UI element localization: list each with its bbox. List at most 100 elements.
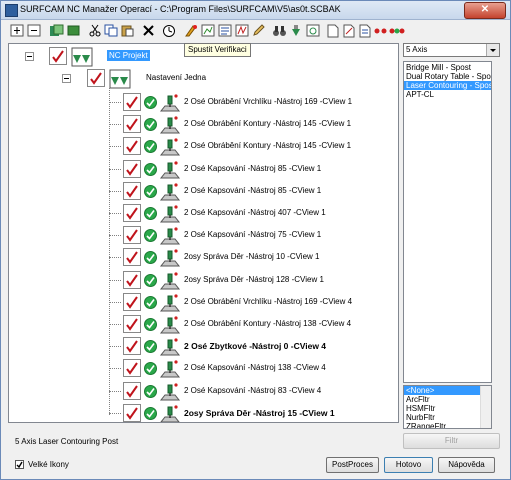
filter-list-item[interactable]: ArcFltr [404, 395, 480, 404]
operation-label[interactable]: 2 Osé Obrábění Kontury -Nástroj 145 -CVi… [184, 119, 351, 129]
filter-list-item[interactable]: <None> [404, 386, 480, 395]
post-list-item[interactable]: Bridge Mill - Spost [404, 63, 491, 72]
delete-icon[interactable] [140, 23, 156, 38]
operation-check[interactable] [123, 271, 141, 289]
filter-list[interactable]: <None> ArcFltr HSMFltr NurbFltr ZRangeFltr [403, 385, 492, 429]
settings-icon[interactable] [341, 23, 357, 38]
toolpath-icon[interactable] [234, 23, 250, 38]
operation-label[interactable]: 2 Osé Obrábění Kontury -Nástroj 145 -CVi… [184, 141, 351, 151]
chevron-down-icon[interactable] [486, 44, 499, 56]
filter-list-item[interactable]: NurbFltr [404, 413, 480, 422]
status-ok-icon [144, 296, 157, 309]
mixed-dots-icon[interactable] [389, 23, 405, 38]
tool-path-icon[interactable] [305, 23, 321, 38]
clock-icon[interactable] [161, 23, 177, 38]
operation-row[interactable]: 2 Osé Kapsování -Nástroj 138 -CView 4 [9, 358, 394, 380]
operation-row[interactable]: 2 Osé Obrábění Kontury -Nástroj 138 -CVi… [9, 314, 394, 336]
operation-check[interactable] [123, 182, 141, 200]
close-button[interactable]: ✕ [464, 2, 506, 19]
tool-view-icon[interactable] [288, 23, 304, 38]
operation-label[interactable]: 2 Osé Kapsování -Nástroj 85 -CView 1 [184, 186, 321, 196]
operation-label[interactable]: 2 Osé Kapsování -Nástroj 407 -CView 1 [184, 208, 326, 218]
operation-label[interactable]: 2osy Správa Děr -Nástroj 10 -CView 1 [184, 252, 319, 262]
setup-icon [109, 69, 131, 89]
operation-label[interactable]: 2 Osé Obrábění Vrchlíku -Nástroj 169 -CV… [184, 97, 352, 107]
copy-icon[interactable] [103, 23, 119, 38]
material-icon[interactable] [65, 23, 81, 38]
document-icon[interactable] [325, 23, 341, 38]
operation-check[interactable] [123, 293, 141, 311]
tree-branch [109, 146, 121, 147]
simulate-icon[interactable] [200, 23, 216, 38]
operation-row[interactable]: 2osy Správa Děr -Nástroj 10 -CView 1 [9, 247, 394, 269]
post-list[interactable]: Bridge Mill - Spost Dual Rotary Table - S… [403, 61, 492, 383]
paste-icon[interactable] [119, 23, 135, 38]
operation-row[interactable]: 2 Osé Kapsování -Nástroj 407 -CView 1 [9, 203, 394, 225]
operation-label[interactable]: 2 Osé Kapsování -Nástroj 75 -CView 1 [184, 230, 321, 240]
cut-icon[interactable] [87, 23, 103, 38]
operation-label[interactable]: 2osy Správa Děr -Nástroj 128 -CView 1 [184, 275, 324, 285]
binoculars-icon[interactable] [271, 23, 287, 38]
operation-label[interactable]: 2 Osé Kapsování -Nástroj 138 -CView 4 [184, 363, 326, 373]
operation-row[interactable]: 2 Osé Obrábění Vrchlíku -Nástroj 169 -CV… [9, 92, 394, 114]
postproces-button[interactable]: PostProces [326, 457, 379, 473]
post-icon[interactable] [217, 23, 233, 38]
setup-label[interactable]: Nastavení Jedna [146, 73, 206, 83]
operation-check[interactable] [123, 93, 141, 111]
operation-label[interactable]: 2osy Správa Děr -Nástroj 15 -CView 1 [184, 408, 335, 418]
remove-icon[interactable] [26, 23, 42, 38]
operation-check[interactable] [123, 315, 141, 333]
operation-row[interactable]: 2 Osé Obrábění Kontury -Nástroj 145 -CVi… [9, 114, 394, 136]
operation-row[interactable]: 2 Osé Zbytkové -Nástroj 0 -CView 4 [9, 336, 394, 358]
operation-check[interactable] [123, 404, 141, 422]
operation-row[interactable]: 2 Osé Kapsování -Nástroj 75 -CView 1 [9, 225, 394, 247]
operation-label[interactable]: 2 Osé Obrábění Vrchlíku -Nástroj 169 -CV… [184, 297, 352, 307]
verify-icon[interactable] [183, 23, 199, 38]
operation-row[interactable]: 2 Osé Obrábění Kontury -Nástroj 145 -CVi… [9, 136, 394, 158]
napoveda-button[interactable]: Nápověda [438, 457, 495, 473]
operation-row[interactable]: 2 Osé Kapsování -Nástroj 83 -CView 4 [9, 381, 394, 403]
operation-row[interactable]: 2 Osé Obrábění Vrchlíku -Nástroj 169 -CV… [9, 292, 394, 314]
post-list-item[interactable]: Laser Contouring - Spost [404, 81, 491, 90]
operation-label[interactable]: 2 Osé Obrábění Kontury -Nástroj 138 -CVi… [184, 319, 351, 329]
hotovo-button[interactable]: Hotovo [384, 457, 433, 473]
operation-label[interactable]: 2 Osé Kapsování -Nástroj 85 -CView 1 [184, 164, 321, 174]
report-icon[interactable] [357, 23, 373, 38]
operation-check[interactable] [123, 204, 141, 222]
operation-row[interactable]: 2osy Správa Děr -Nástroj 15 -CView 1 [9, 403, 394, 422]
filter-list-item[interactable]: ZRangeFltr [404, 422, 480, 428]
window-title: SURFCAM NC Manažer Operací - C:\Program … [20, 4, 341, 14]
add-icon[interactable] [9, 23, 25, 38]
project-label[interactable]: NC Projekt [107, 50, 150, 61]
filter-list-item[interactable]: HSMFltr [404, 404, 480, 413]
operation-check[interactable] [123, 137, 141, 155]
operation-label[interactable]: 2 Osé Zbytkové -Nástroj 0 -CView 4 [184, 341, 326, 351]
red-dots-icon[interactable] [373, 23, 389, 38]
toolpath-icon [159, 293, 181, 313]
operation-row[interactable]: 2 Osé Kapsování -Nástroj 85 -CView 1 [9, 181, 394, 203]
setup-check[interactable] [87, 69, 105, 87]
tool-library-icon[interactable] [48, 23, 64, 38]
operation-check[interactable] [123, 226, 141, 244]
operation-check[interactable] [123, 160, 141, 178]
filtr-button[interactable]: Filtr [403, 433, 500, 449]
post-type-select[interactable]: 5 Axis [403, 43, 500, 57]
status-ok-icon [144, 185, 157, 198]
filter-scrollbar[interactable] [480, 386, 491, 428]
operation-row[interactable]: 2osy Správa Děr -Nástroj 128 -CView 1 [9, 270, 394, 292]
operation-check[interactable] [123, 359, 141, 377]
operation-label[interactable]: 2 Osé Kapsování -Nástroj 83 -CView 4 [184, 386, 321, 396]
collapse-setup-icon[interactable] [62, 74, 71, 83]
operation-check[interactable] [123, 115, 141, 133]
edit-icon[interactable] [251, 23, 267, 38]
project-check[interactable] [49, 47, 67, 65]
post-list-item[interactable]: Dual Rotary Table - Spost [404, 72, 491, 81]
post-list-item[interactable]: APT-CL [404, 90, 491, 99]
operations-tree[interactable]: NC Projekt Nastavení Jedna 2 Osé Obráběn… [8, 43, 399, 423]
operation-check[interactable] [123, 337, 141, 355]
operation-check[interactable] [123, 248, 141, 266]
collapse-project-icon[interactable] [25, 52, 34, 61]
operation-row[interactable]: 2 Osé Kapsování -Nástroj 85 -CView 1 [9, 159, 394, 181]
operation-check[interactable] [123, 382, 141, 400]
large-icons-checkbox[interactable] [15, 460, 24, 469]
